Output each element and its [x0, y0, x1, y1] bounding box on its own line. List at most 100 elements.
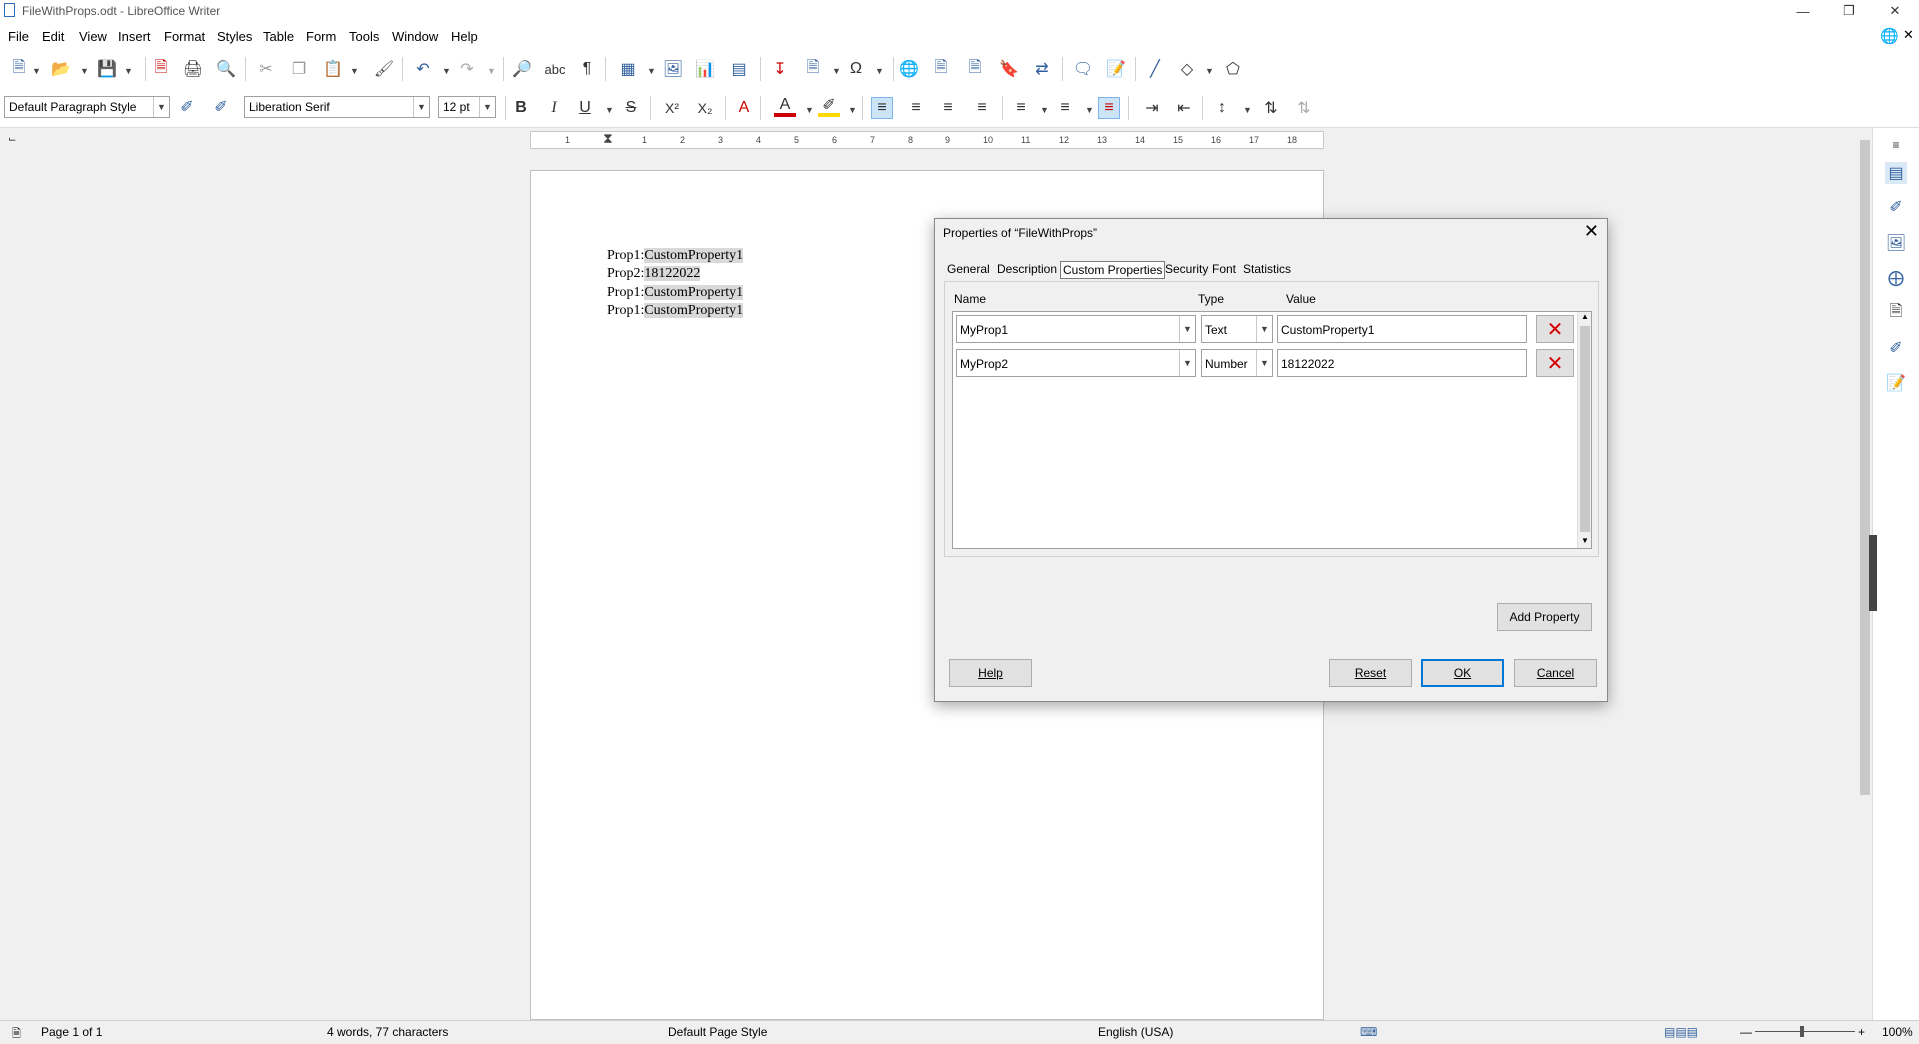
no-list-icon[interactable]: ≡ [1098, 97, 1120, 119]
chevron-down-icon[interactable]: ▼ [442, 66, 451, 76]
basic-shapes-icon[interactable]: ◇ [1176, 58, 1198, 80]
chevron-down-icon[interactable]: ▼ [805, 105, 814, 115]
zoom-in-icon[interactable]: + [1858, 1025, 1865, 1039]
property-type-select[interactable]: Text ▼ [1201, 315, 1273, 343]
bookmark-icon[interactable]: 🔖 [998, 58, 1020, 80]
insert-image-icon[interactable]: 🖼 [662, 58, 684, 80]
document-line[interactable]: Prop1:CustomProperty1 [607, 284, 744, 302]
close-window-button[interactable]: ✕ [1872, 0, 1918, 22]
document-line[interactable]: Prop2:18122022 [607, 265, 701, 283]
tab-custom-properties[interactable]: Custom Properties [1060, 261, 1166, 279]
increase-indent-icon[interactable]: ⇥ [1141, 97, 1163, 119]
scrollbar-thumb[interactable] [1860, 140, 1870, 795]
property-value-input[interactable]: CustomProperty1 [1277, 315, 1527, 343]
page-break-icon[interactable]: ↧ [769, 58, 791, 80]
chevron-down-icon[interactable]: ▼ [875, 66, 884, 76]
cut-icon[interactable]: ✂ [255, 58, 277, 80]
bullet-list-icon[interactable]: ≡ [1010, 97, 1032, 119]
clear-formatting-icon[interactable]: A [733, 97, 755, 119]
zoom-slider-thumb[interactable] [1800, 1026, 1804, 1037]
export-pdf-icon[interactable]: 🗎 [150, 58, 172, 80]
tab-general[interactable]: General [945, 261, 992, 279]
justify-icon[interactable]: ≡ [971, 97, 993, 119]
hyperlink-icon[interactable]: 🌐 [898, 58, 920, 80]
numbered-list-icon[interactable]: ≡ [1054, 97, 1076, 119]
zoom-out-icon[interactable]: — [1740, 1025, 1752, 1039]
ok-button[interactable]: OK [1421, 659, 1504, 687]
remove-property-button[interactable]: ✕ [1536, 315, 1574, 343]
chevron-down-icon[interactable]: ▼ [413, 97, 429, 117]
view-layout-icon[interactable]: ▤▤▤ [1664, 1025, 1698, 1039]
draw-functions-icon[interactable]: ⬠ [1222, 58, 1244, 80]
align-center-icon[interactable]: ≡ [905, 97, 927, 119]
globe-icon[interactable]: 🌐 [1880, 27, 1899, 45]
clone-formatting-icon[interactable]: 🖌 [373, 58, 395, 80]
chevron-down-icon[interactable]: ▼ [1179, 316, 1195, 342]
chevron-down-icon[interactable]: ▼ [153, 97, 169, 117]
document-line[interactable]: Prop1:CustomProperty1 [607, 302, 744, 320]
property-name-combo[interactable]: MyProp1 ▼ [956, 315, 1196, 343]
document-modified-icon[interactable]: 🗎 [12, 1025, 21, 1044]
align-left-icon[interactable]: ≡ [871, 97, 893, 119]
styles-icon[interactable]: ✐ [1885, 196, 1907, 218]
chevron-down-icon[interactable]: ▼ [1205, 66, 1214, 76]
add-property-button[interactable]: Add Property [1497, 603, 1592, 631]
tab-security[interactable]: Security [1163, 261, 1210, 279]
chevron-down-icon[interactable]: ▼ [479, 97, 495, 117]
subscript-icon[interactable]: X₂ [694, 97, 716, 119]
horizontal-ruler[interactable]: 1 ⧗ 1 2 3 4 5 6 7 8 9 10 11 12 13 14 15 … [530, 130, 1324, 149]
properties-icon[interactable]: ▤ [1885, 162, 1907, 184]
increase-paragraph-spacing-icon[interactable]: ⇅ [1260, 97, 1282, 119]
paragraph-style-select[interactable]: Default Paragraph Style ▼ [4, 96, 170, 118]
open-folder-icon[interactable]: 📂 [50, 58, 72, 80]
line-icon[interactable]: ╱ [1144, 58, 1166, 80]
spelling-icon[interactable]: abc [544, 58, 566, 80]
restore-button[interactable]: ❐ [1826, 0, 1872, 22]
menu-edit[interactable]: Edit [42, 29, 64, 44]
menu-table[interactable]: Table [263, 29, 294, 44]
insert-field-icon[interactable]: 🗎 [802, 58, 824, 80]
chevron-down-icon[interactable]: ▼ [1256, 316, 1272, 342]
print-preview-icon[interactable]: 🔍 [215, 58, 237, 80]
tab-description[interactable]: Description [995, 261, 1059, 279]
menu-styles[interactable]: Styles [217, 29, 252, 44]
language[interactable]: English (USA) [1098, 1025, 1173, 1039]
chevron-down-icon[interactable]: ▼ [124, 66, 133, 76]
zoom-slider[interactable] [1755, 1031, 1855, 1032]
underline-icon[interactable]: U [574, 97, 596, 119]
close-document-icon[interactable]: ✕ [1903, 27, 1914, 43]
tab-statistics[interactable]: Statistics [1241, 261, 1293, 279]
manage-changes-icon[interactable]: 📝 [1885, 372, 1907, 394]
scrollbar-thumb[interactable] [1580, 326, 1590, 532]
bold-icon[interactable]: B [510, 97, 532, 119]
strikethrough-icon[interactable]: S [620, 97, 642, 119]
highlight-color-icon[interactable]: ✐ [818, 97, 840, 117]
indent-marker-icon[interactable]: ⧗ [603, 130, 613, 147]
chevron-down-icon[interactable]: ▼ [80, 66, 89, 76]
menu-form[interactable]: Form [306, 29, 336, 44]
tab-stop-icon[interactable]: ⌙ [8, 134, 16, 145]
font-size-select[interactable]: 12 pt ▼ [438, 96, 496, 118]
save-icon[interactable]: 💾 [96, 58, 118, 80]
menu-tools[interactable]: Tools [349, 29, 379, 44]
update-style-icon[interactable]: ✐ [176, 96, 198, 118]
new-document-icon[interactable]: 🗎 [8, 58, 30, 80]
chevron-down-icon[interactable]: ▼ [1256, 350, 1272, 376]
cancel-button[interactable]: Cancel [1514, 659, 1597, 687]
minimize-button[interactable]: — [1780, 0, 1826, 22]
page-style[interactable]: Default Page Style [668, 1025, 767, 1039]
property-name-combo[interactable]: MyProp2 ▼ [956, 349, 1196, 377]
copy-icon[interactable]: ❐ [288, 58, 310, 80]
word-count[interactable]: 4 words, 77 characters [327, 1025, 448, 1039]
chevron-down-icon[interactable]: ▼ [832, 66, 841, 76]
sidebar-menu-icon[interactable]: ≡ [1885, 134, 1907, 156]
menu-help[interactable]: Help [451, 29, 478, 44]
property-value-input[interactable]: 18122022 [1277, 349, 1527, 377]
chevron-down-icon[interactable]: ▼ [848, 105, 857, 115]
chevron-down-icon[interactable]: ▼ [350, 66, 359, 76]
menu-window[interactable]: Window [392, 29, 438, 44]
italic-icon[interactable]: I [543, 97, 565, 119]
chevron-down-icon[interactable]: ▼ [1179, 350, 1195, 376]
special-character-icon[interactable]: Ω [845, 58, 867, 80]
insert-table-icon[interactable]: ▦ [617, 58, 639, 80]
